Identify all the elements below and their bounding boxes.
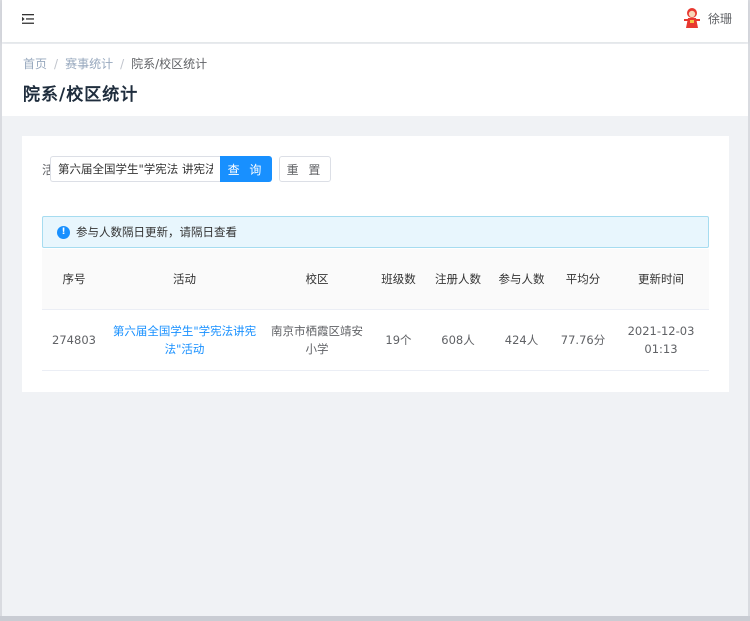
search-label: 活动 bbox=[42, 162, 50, 177]
search-row: 活动 查 询 重 置 bbox=[42, 156, 331, 182]
navbar: 徐珊 bbox=[2, 0, 748, 42]
column-header-activity: 活动 bbox=[106, 249, 263, 310]
user-name: 徐珊 bbox=[707, 11, 732, 26]
page-title: 院系/校区统计 bbox=[23, 85, 139, 105]
cell-avg-score: 77.76分 bbox=[553, 309, 613, 371]
cell-participants: 424人 bbox=[490, 309, 553, 371]
breadcrumb-separator: / bbox=[54, 56, 59, 71]
column-header-participants: 参与人数 bbox=[490, 249, 553, 310]
activity-search-input[interactable] bbox=[50, 156, 220, 182]
column-header-campus: 校区 bbox=[263, 249, 371, 310]
query-button[interactable]: 查 询 bbox=[220, 156, 272, 182]
column-header-classes: 班级数 bbox=[371, 249, 426, 310]
user-menu[interactable]: 徐珊 bbox=[682, 7, 732, 29]
cell-updated: 2021-12-03 01:13 bbox=[613, 309, 709, 371]
table-row: 274803 第六届全国学生"学宪法讲宪法"活动 南京市栖霞区靖安小学 19个 … bbox=[42, 309, 709, 371]
cell-registered: 608人 bbox=[426, 309, 490, 371]
info-icon: ! bbox=[57, 225, 70, 239]
cell-activity-link[interactable]: 第六届全国学生"学宪法讲宪法"活动 bbox=[106, 309, 263, 371]
avatar bbox=[683, 8, 700, 28]
column-header-avg-score: 平均分 bbox=[553, 249, 613, 310]
page-header: 首页 / 赛事统计 / 院系/校区统计 院系/校区统计 bbox=[2, 44, 748, 116]
breadcrumb-separator: / bbox=[120, 56, 125, 71]
column-header-updated: 更新时间 bbox=[613, 249, 709, 310]
column-header-id: 序号 bbox=[42, 249, 106, 310]
breadcrumb-home[interactable]: 首页 bbox=[23, 55, 47, 72]
app: 徐珊 首页 / 赛事统计 / 院系/校区统计 院系/校区统计 活动 查 询 重 … bbox=[2, 0, 748, 616]
breadcrumb: 首页 / 赛事统计 / 院系/校区统计 bbox=[23, 55, 207, 72]
breadcrumb-current: 院系/校区统计 bbox=[131, 57, 208, 71]
stats-table: 序号 活动 校区 班级数 注册人数 参与人数 平均分 更新时间 274803 第… bbox=[42, 249, 709, 371]
cell-id: 274803 bbox=[42, 309, 106, 371]
breadcrumb-competition-stats[interactable]: 赛事统计 bbox=[65, 55, 113, 72]
alert-text: 参与人数隔日更新，请隔日查看 bbox=[76, 225, 237, 239]
column-header-registered: 注册人数 bbox=[426, 249, 490, 310]
menu-toggle-icon[interactable] bbox=[20, 11, 36, 27]
cell-classes: 19个 bbox=[371, 309, 426, 371]
table-header-row: 序号 活动 校区 班级数 注册人数 参与人数 平均分 更新时间 bbox=[42, 249, 709, 310]
cell-campus: 南京市栖霞区靖安小学 bbox=[263, 309, 371, 371]
reset-button[interactable]: 重 置 bbox=[279, 156, 331, 182]
window-bottom-edge bbox=[0, 616, 750, 621]
info-alert: ! 参与人数隔日更新，请隔日查看 bbox=[42, 216, 709, 248]
stats-card: 活动 查 询 重 置 ! 参与人数隔日更新，请隔日查看 序号 bbox=[22, 136, 729, 392]
